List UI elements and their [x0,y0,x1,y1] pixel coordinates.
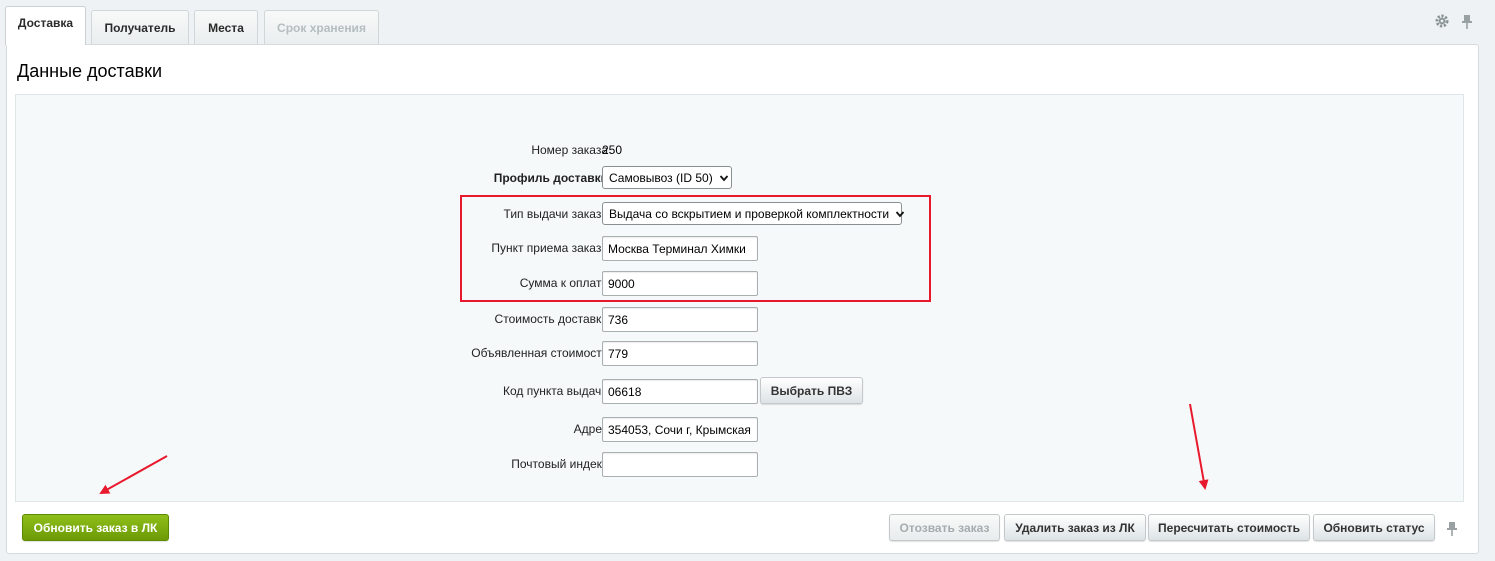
issue-type-selected: Выдача со вскрытием и проверкой комплект… [609,206,890,221]
pickup-code-row: Код пункта выдачи Выбрать ПВЗ [16,377,1463,404]
delivery-cost-input[interactable] [602,307,758,332]
delivery-panel: Данные доставки Номер заказа 250 Профиль… [6,44,1479,554]
postcode-row: Почтовый индекс [16,452,1463,477]
order-number-row: Номер заказа 250 [16,138,1463,162]
receive-point-input[interactable] [602,236,758,261]
declared-value-input[interactable] [602,341,758,366]
delivery-profile-select[interactable]: Самовывоз (ID 50) [602,166,732,189]
choose-pickup-point-button[interactable]: Выбрать ПВЗ [760,377,863,404]
tab-bar: Доставка Получатель Места Срок хранения [0,0,1495,45]
postcode-label: Почтовый индекс [511,457,608,471]
delete-order-button[interactable]: Удалить заказ из ЛК [1004,514,1146,541]
recall-order-button: Отозвать заказ [889,514,1000,541]
chevron-down-icon [895,209,905,219]
order-number-label: Номер заказа [531,143,608,157]
address-row: Адрес [16,417,1463,442]
pickup-code-label: Код пункта выдачи [503,384,608,398]
delivery-cost-row: Стоимость доставки [16,307,1463,332]
payment-sum-input[interactable] [602,271,758,296]
delivery-cost-label: Стоимость доставки [494,312,608,326]
payment-sum-row: Сумма к оплате [16,271,1463,296]
issue-type-row: Тип выдачи заказа Выдача со вскрытием и … [16,202,1463,226]
receive-point-label: Пункт приема заказа [491,241,608,255]
delivery-profile-label: Профиль доставки [493,171,608,185]
delivery-profile-row: Профиль доставки Самовывоз (ID 50) [16,166,1463,190]
pickup-code-input[interactable] [602,379,758,404]
order-number-value: 250 [602,143,623,157]
tab-recipient[interactable]: Получатель [91,10,189,44]
recalculate-cost-button[interactable]: Пересчитать стоимость [1148,514,1310,541]
tab-delivery[interactable]: Доставка [5,6,86,45]
postcode-input[interactable] [602,452,758,477]
pin-icon[interactable] [1446,521,1458,540]
gear-icon[interactable] [1435,14,1449,33]
payment-sum-label: Сумма к оплате [519,276,608,290]
declared-value-label: Объявленная стоимость [471,346,608,360]
issue-type-label: Тип выдачи заказа [503,207,608,221]
update-order-button[interactable]: Обновить заказ в ЛК [22,514,169,541]
tab-storage-period: Срок хранения [264,10,379,44]
chevron-down-icon [719,173,729,183]
address-input[interactable] [602,417,758,442]
pin-icon[interactable] [1461,14,1473,33]
page-title: Данные доставки [17,61,163,81]
receive-point-row: Пункт приема заказа [16,236,1463,261]
update-status-button[interactable]: Обновить статус [1313,514,1435,541]
delivery-form: Номер заказа 250 Профиль доставки Самовы… [15,94,1464,502]
tab-places[interactable]: Места [194,10,258,44]
delivery-profile-selected: Самовывоз (ID 50) [609,170,713,185]
issue-type-select[interactable]: Выдача со вскрытием и проверкой комплект… [602,202,905,225]
declared-value-row: Объявленная стоимость [16,341,1463,366]
